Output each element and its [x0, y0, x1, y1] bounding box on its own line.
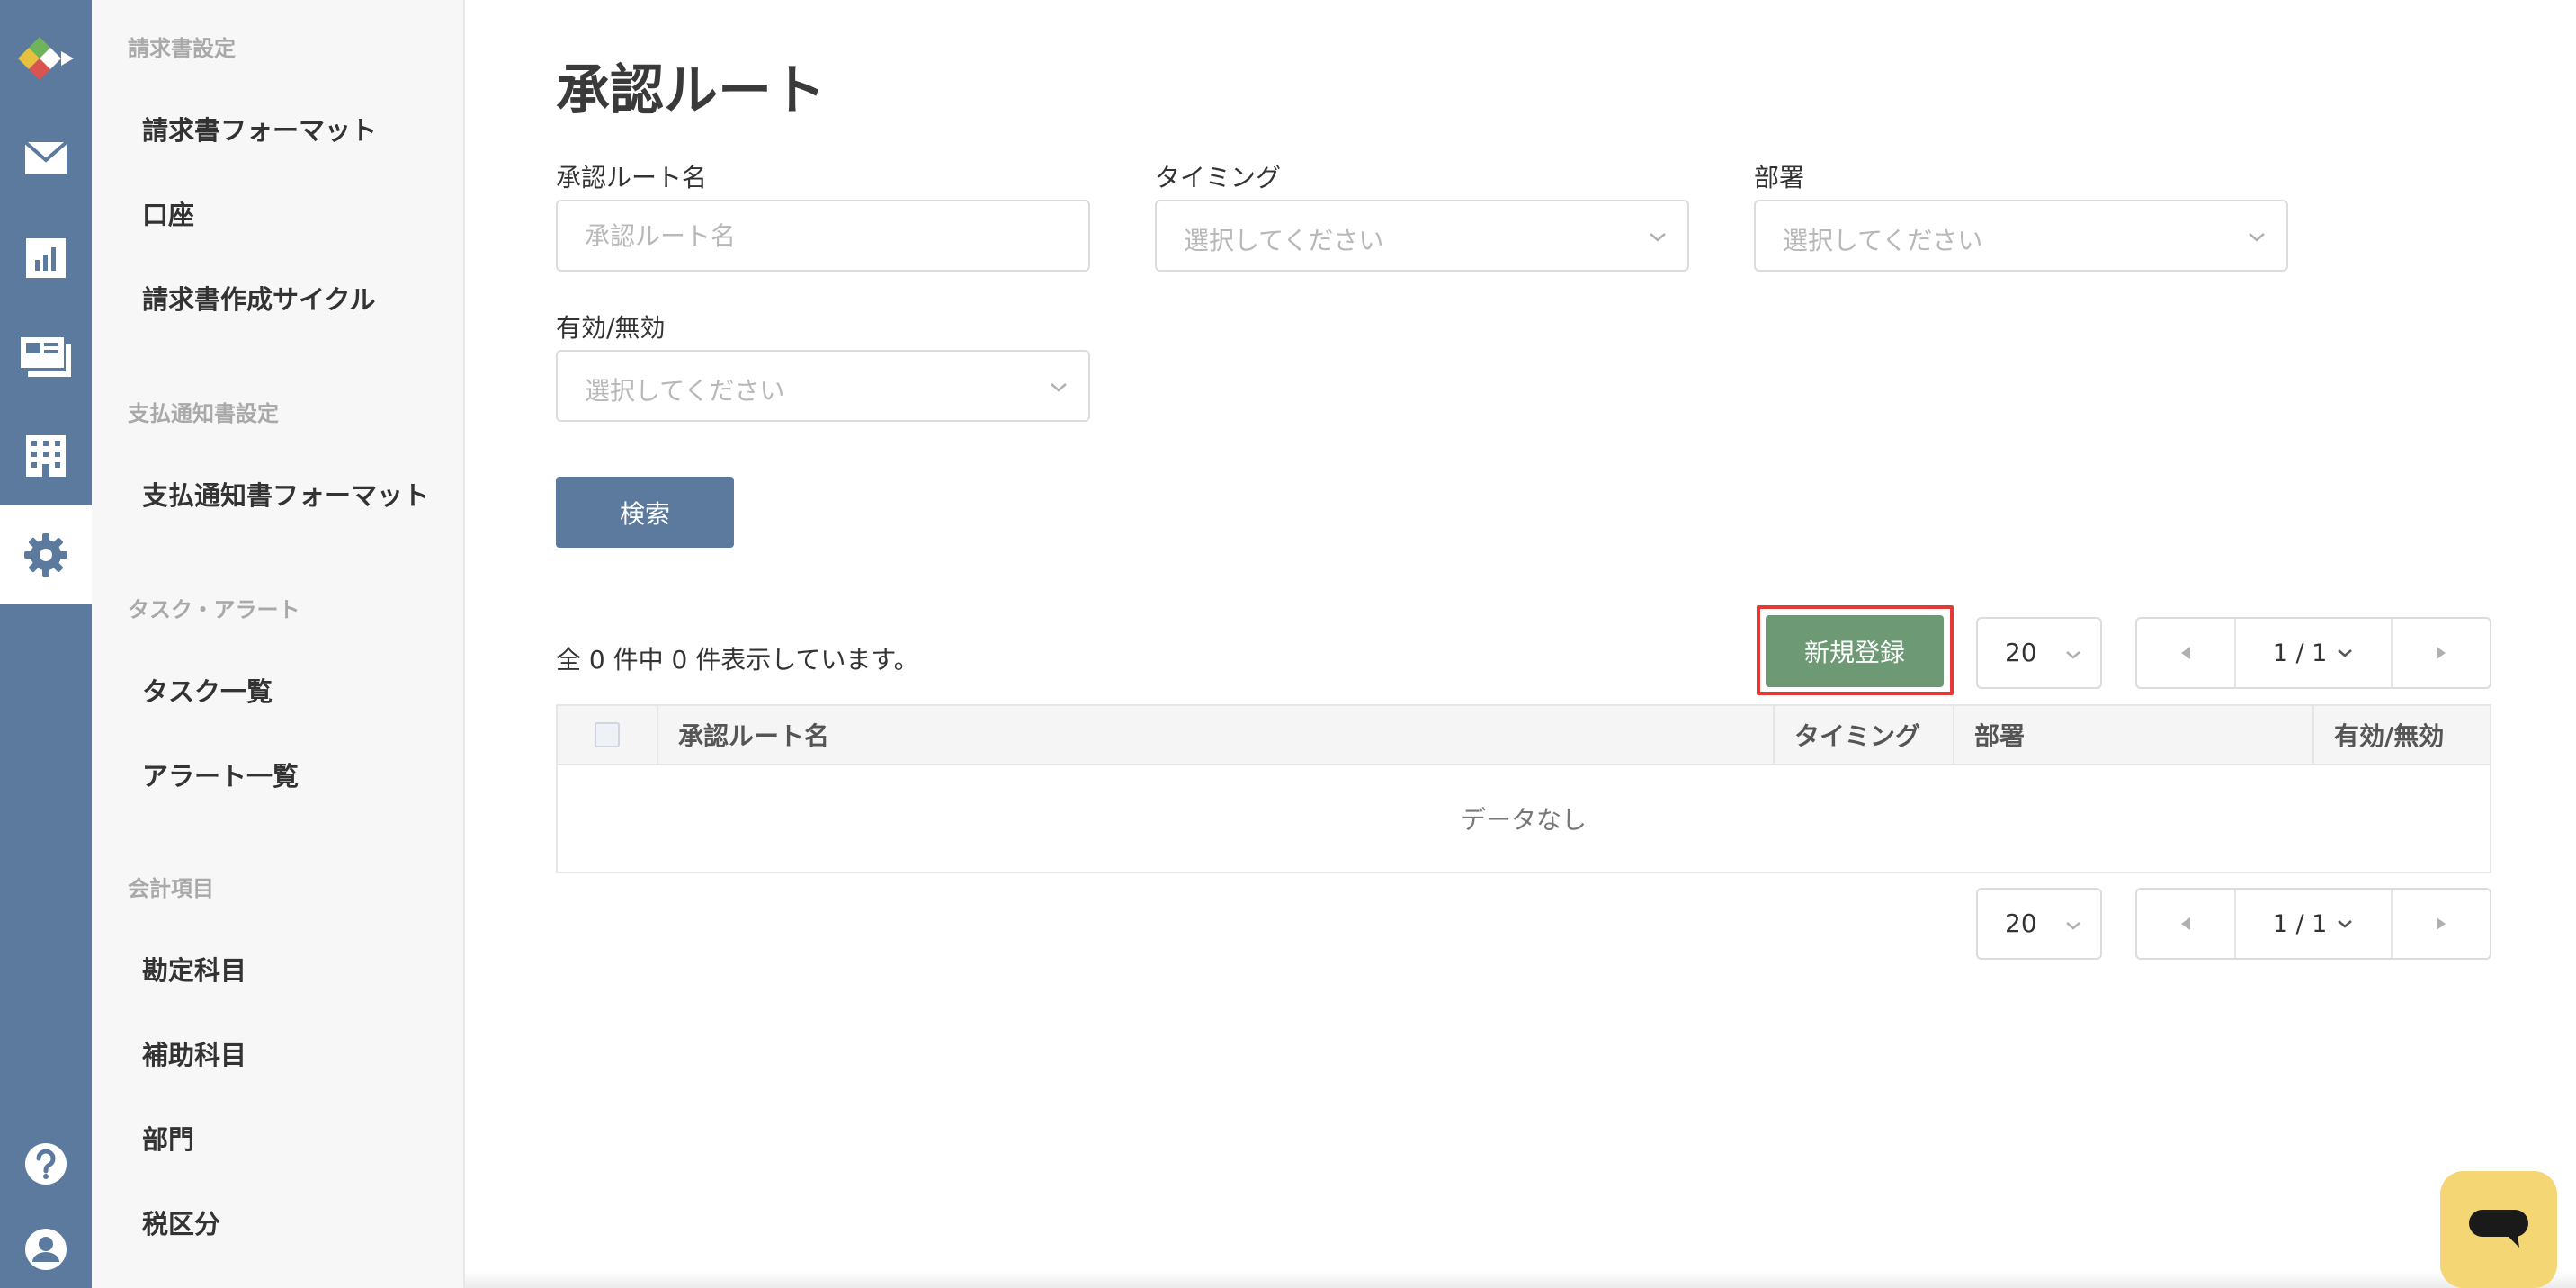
department-placeholder: 選択してください	[1783, 226, 1983, 255]
chevron-down-icon	[1051, 383, 1067, 392]
page-indicator: 1 / 1	[2272, 639, 2328, 667]
page-indicator-select[interactable]: 1 / 1	[2236, 890, 2391, 958]
next-page-button[interactable]	[2391, 619, 2490, 687]
rail-item-mail[interactable]	[0, 109, 92, 208]
section-title-invoice: 請求書設定	[128, 36, 236, 61]
chat-bubble-icon	[2469, 1210, 2528, 1248]
chevron-down-icon	[2338, 649, 2353, 657]
caret-left-icon	[2181, 917, 2190, 930]
chat-widget-button[interactable]	[2440, 1171, 2557, 1288]
nav-item-departments[interactable]: 部門	[142, 1119, 194, 1157]
page-size-select-bottom[interactable]: 20	[1976, 888, 2102, 960]
chevron-down-icon	[2249, 233, 2265, 242]
route-name-label: 承認ルート名	[556, 163, 708, 192]
rail-item-payments[interactable]	[0, 308, 92, 407]
search-button[interactable]: 検索	[556, 477, 734, 548]
caret-right-icon	[2437, 917, 2446, 930]
chevron-down-icon	[2066, 922, 2080, 930]
nav-item-account-titles[interactable]: 勘定科目	[142, 950, 246, 988]
prev-page-button[interactable]	[2137, 619, 2236, 687]
help-icon	[25, 1143, 67, 1185]
nav-item-bank-account[interactable]: 口座	[142, 194, 194, 232]
new-registration-button[interactable]: 新規登録	[1766, 615, 1944, 687]
result-count-text: 全 0 件中 0 件表示しています。	[556, 645, 919, 675]
settings-sidebar: 請求書設定 請求書フォーマット 口座 請求書作成サイクル 支払通知書設定 支払通…	[92, 0, 465, 1288]
page-title: 承認ルート	[556, 59, 826, 122]
icon-rail	[0, 0, 92, 1288]
bar-chart-icon	[26, 238, 66, 278]
route-name-field	[556, 200, 1090, 272]
department-label: 部署	[1754, 163, 1805, 192]
nav-item-payment-notice-format[interactable]: 支払通知書フォーマット	[142, 475, 429, 513]
bottom-shadow	[465, 1272, 2576, 1288]
app-logo-icon	[18, 37, 74, 80]
chevron-down-icon	[2066, 651, 2080, 659]
chevron-down-icon	[1650, 233, 1666, 242]
page-indicator: 1 / 1	[2272, 909, 2328, 938]
column-header-active-status[interactable]: 有効/無効	[2314, 706, 2490, 764]
page-size-value: 20	[2005, 908, 2037, 938]
pagination-top: 1 / 1	[2135, 617, 2491, 689]
building-icon	[26, 435, 66, 477]
nav-item-invoice-cycle[interactable]: 請求書作成サイクル	[142, 279, 376, 317]
timing-placeholder: 選択してください	[1184, 226, 1384, 255]
nav-item-alert-list[interactable]: アラート一覧	[142, 756, 299, 793]
select-all-checkbox[interactable]	[595, 722, 620, 747]
caret-left-icon	[2181, 647, 2190, 659]
active-status-label: 有効/無効	[556, 313, 666, 343]
table-header: 承認ルート名 タイミング 部署 有効/無効	[558, 706, 2490, 765]
user-account-icon	[25, 1229, 67, 1270]
empty-state-text: データなし	[1460, 805, 1587, 835]
gear-icon	[24, 533, 67, 577]
column-header-route-name[interactable]: 承認ルート名	[658, 706, 1775, 764]
app-logo[interactable]	[0, 7, 92, 106]
section-title-tasks-alerts: タスク・アラート	[128, 597, 300, 622]
page-indicator-select[interactable]: 1 / 1	[2236, 619, 2391, 687]
rail-item-settings[interactable]	[0, 505, 92, 604]
section-title-payment-notice: 支払通知書設定	[128, 401, 279, 426]
column-header-timing[interactable]: タイミング	[1775, 706, 1954, 764]
timing-select[interactable]: 選択してください	[1155, 200, 1689, 272]
column-header-department[interactable]: 部署	[1954, 706, 2314, 764]
section-title-accounting: 会計項目	[128, 876, 214, 901]
nav-item-sub-accounts[interactable]: 補助科目	[142, 1034, 246, 1072]
caret-right-icon	[2437, 647, 2446, 659]
active-status-placeholder: 選択してください	[585, 376, 785, 406]
page-size-value: 20	[2005, 638, 2037, 667]
rail-item-account[interactable]	[0, 1213, 92, 1285]
page-size-select[interactable]: 20	[1976, 617, 2102, 689]
chevron-down-icon	[2338, 920, 2353, 928]
mail-icon	[24, 141, 67, 174]
pagination-bottom: 1 / 1	[2135, 888, 2491, 960]
rail-item-help[interactable]	[0, 1114, 92, 1213]
nav-item-tax-categories[interactable]: 税区分	[142, 1203, 220, 1241]
nav-item-task-list[interactable]: タスク一覧	[142, 671, 273, 709]
nav-item-invoice-format[interactable]: 請求書フォーマット	[142, 110, 377, 148]
rail-item-companies[interactable]	[0, 407, 92, 505]
payment-document-icon	[21, 337, 71, 377]
active-status-select[interactable]: 選択してください	[556, 350, 1090, 422]
next-page-button[interactable]	[2391, 890, 2490, 958]
approval-route-table: 承認ルート名 タイミング 部署 有効/無効 データなし	[556, 704, 2491, 873]
main-content: 承認ルート 承認ルート名 タイミング 選択してください 部署 選択してください …	[465, 0, 2576, 1288]
timing-label: タイミング	[1155, 163, 1282, 192]
rail-item-reports[interactable]	[0, 209, 92, 308]
prev-page-button[interactable]	[2137, 890, 2236, 958]
route-name-input[interactable]	[558, 201, 1088, 270]
department-select[interactable]: 選択してください	[1754, 200, 2288, 272]
select-all-cell	[558, 706, 658, 764]
